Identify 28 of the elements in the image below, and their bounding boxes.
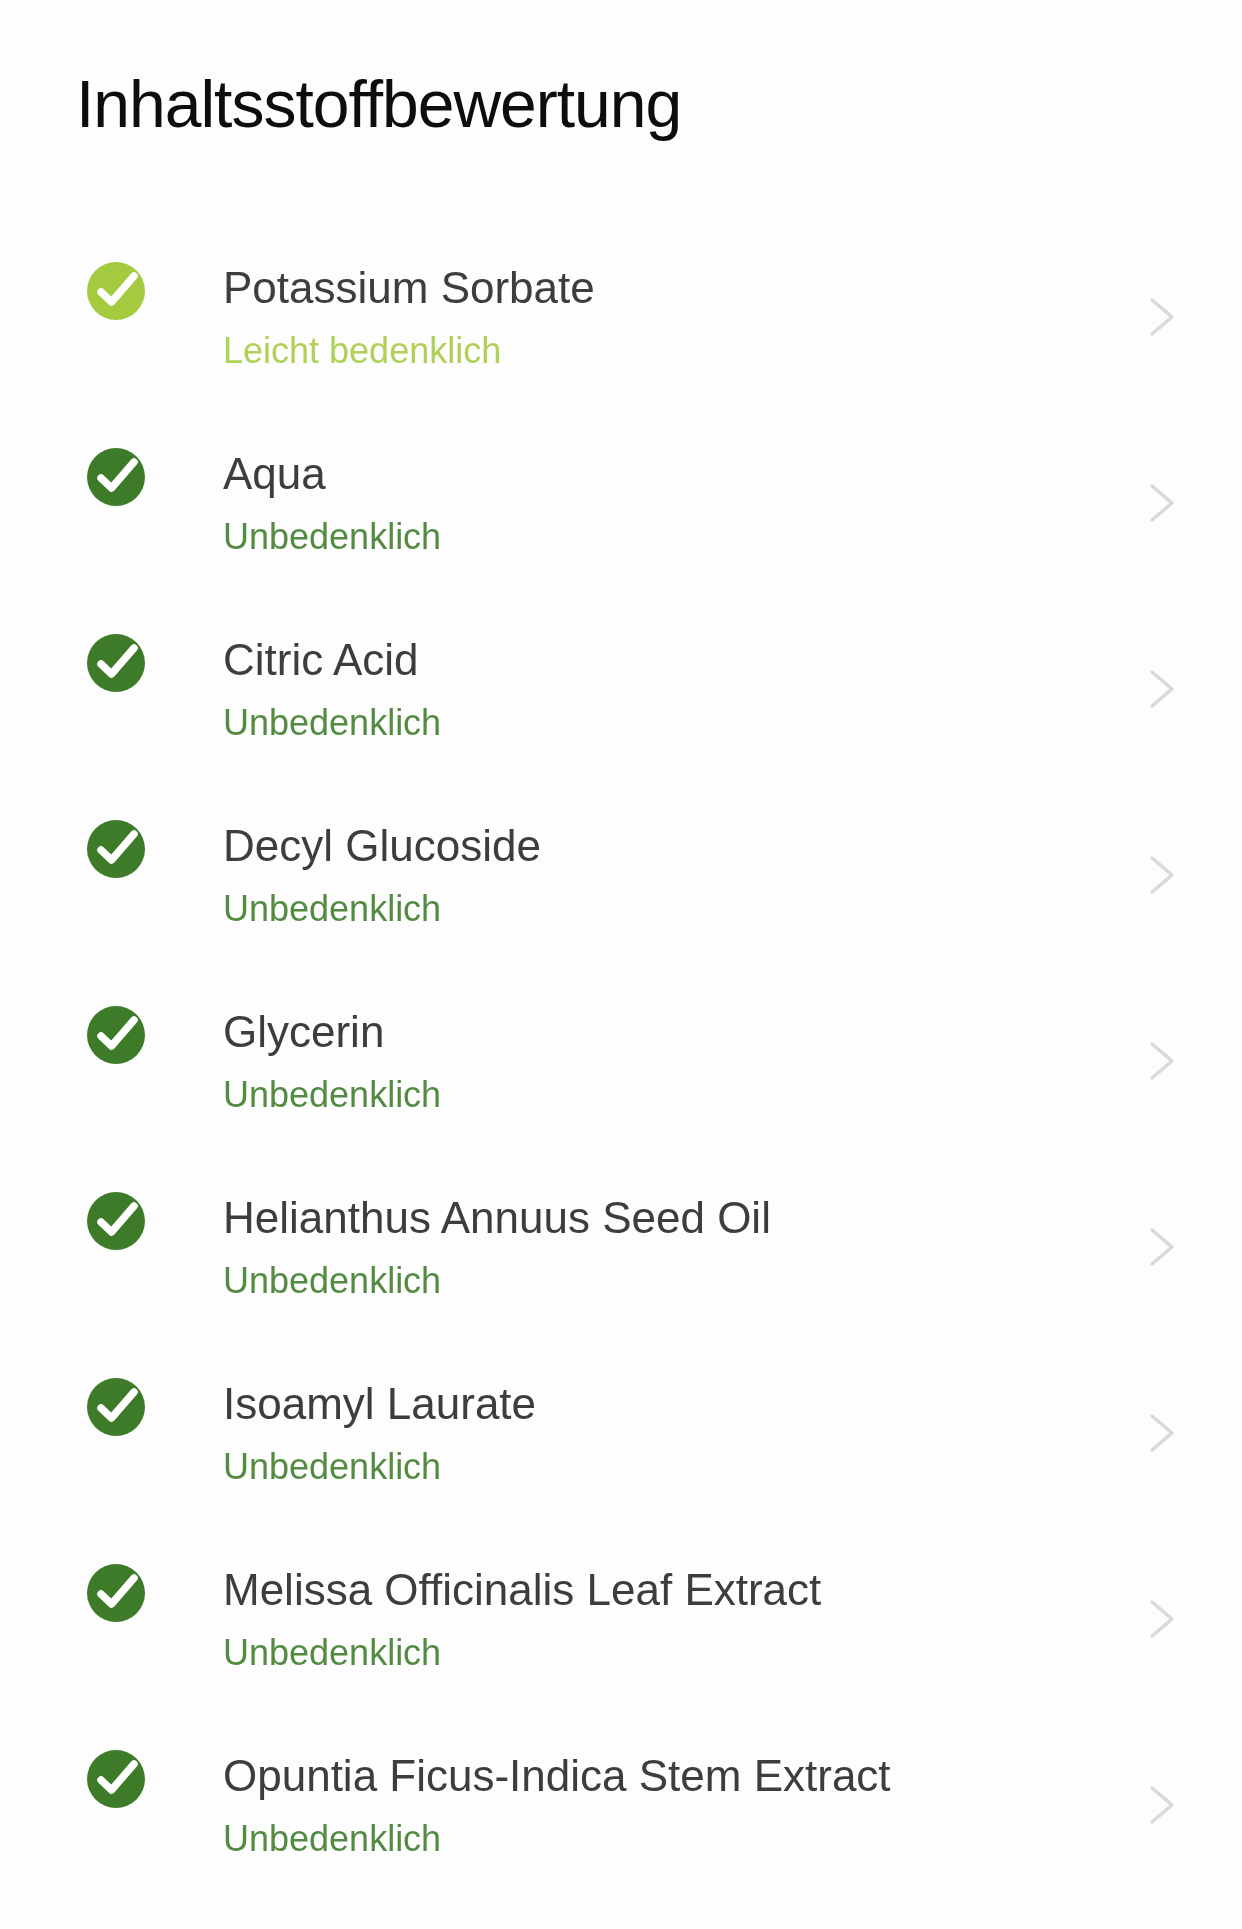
chevron-right-icon[interactable] <box>1149 1041 1175 1081</box>
rating-label: Unbedenklich <box>223 1073 442 1117</box>
chevron-right-icon[interactable] <box>1149 1785 1175 1825</box>
ingredient-name: Melissa Officinalis Leaf Extract <box>223 1564 822 1616</box>
ingredient-name: Glycerin <box>223 1006 385 1058</box>
rating-label: Unbedenklich <box>223 1445 442 1489</box>
rating-label: Unbedenklich <box>223 887 442 931</box>
ingredient-name: Opuntia Ficus-Indica Stem Extract <box>223 1750 891 1802</box>
chevron-right-icon[interactable] <box>1149 855 1175 895</box>
rating-label: Unbedenklich <box>223 701 442 745</box>
rating-label: Unbedenklich <box>223 1817 442 1861</box>
rating-label: Unbedenklich <box>223 515 442 559</box>
rating-label: Leicht bedenklich <box>223 329 502 373</box>
ingredient-name: Helianthus Annuus Seed Oil <box>223 1192 771 1244</box>
ingredient-name: Isoamyl Laurate <box>223 1378 537 1430</box>
rating-label: Unbedenklich <box>223 1631 442 1675</box>
chevron-right-icon[interactable] <box>1149 1599 1175 1639</box>
page-title: Inhaltsstoffbewertung <box>76 66 682 143</box>
ingredient-name: Aqua <box>223 448 326 500</box>
chevron-right-icon[interactable] <box>1149 1413 1175 1453</box>
chevron-right-icon[interactable] <box>1149 669 1175 709</box>
chevron-right-icon[interactable] <box>1149 297 1175 337</box>
rating-label: Unbedenklich <box>223 1259 442 1303</box>
ingredient-name: Potassium Sorbate <box>223 262 595 314</box>
ingredient-name: Decyl Glucoside <box>223 820 541 872</box>
chevron-right-icon[interactable] <box>1149 483 1175 523</box>
ingredient-name: Citric Acid <box>223 634 419 686</box>
chevron-right-icon[interactable] <box>1149 1227 1175 1267</box>
